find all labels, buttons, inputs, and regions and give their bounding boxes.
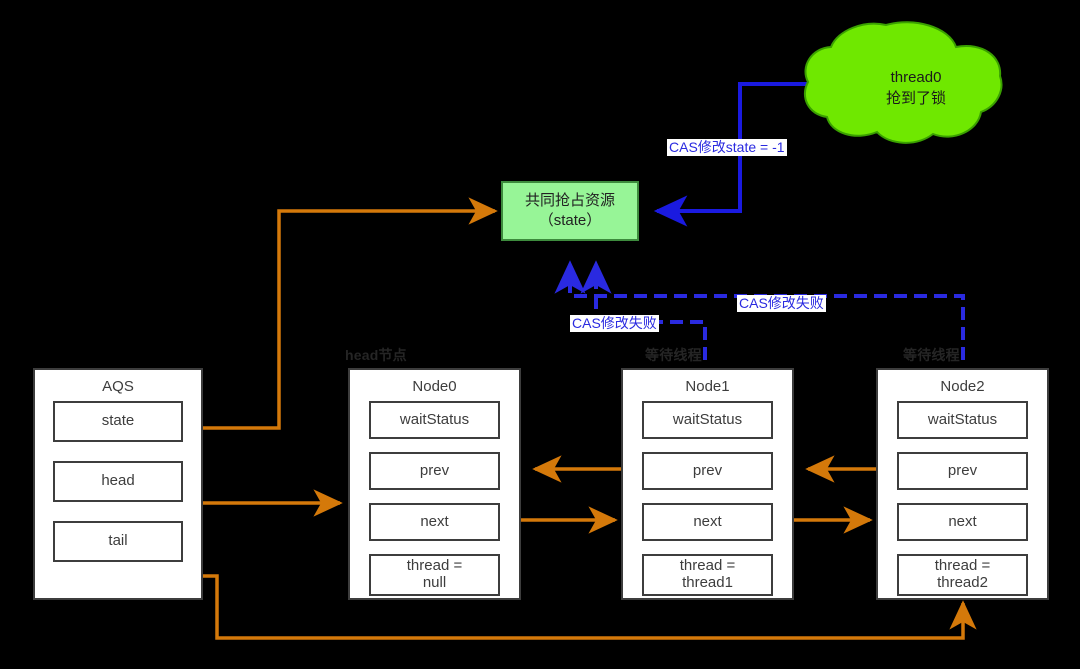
node1-field-waitstatus[interactable]: waitStatus [642, 401, 773, 439]
cloud-label: thread0 抢到了锁 [827, 20, 1005, 148]
resource-line-2: （state） [538, 212, 602, 229]
caption-waiting-thread-1: 等待线程 [645, 347, 702, 363]
resource-line-1: 共同抢占资源 [524, 191, 615, 209]
node0-field-waitstatus[interactable]: waitStatus [369, 401, 500, 439]
node2-title: Node2 [940, 378, 985, 395]
aqs-title: AQS [102, 378, 134, 395]
label-cas-success: CAS修改state = -1 [667, 139, 787, 156]
node0-title: Node0 [412, 378, 457, 395]
node-card-node1: Node1 waitStatus prev next thread = thre… [621, 368, 794, 600]
node0-field-next[interactable]: next [369, 503, 500, 541]
node2-field-thread[interactable]: thread = thread2 [897, 554, 1028, 596]
caption-head-node: head节点 [345, 347, 407, 363]
node2-field-waitstatus[interactable]: waitStatus [897, 401, 1028, 439]
node2-field-next[interactable]: next [897, 503, 1028, 541]
aqs-field-state[interactable]: state [53, 401, 183, 442]
caption-waiting-thread-2: 等待线程 [903, 347, 960, 363]
label-cas-fail-left: CAS修改失败 [570, 315, 659, 332]
node0-field-thread[interactable]: thread = null [369, 554, 500, 596]
label-cas-fail-right: CAS修改失败 [737, 295, 826, 312]
cloud-line-2: 抢到了锁 [885, 90, 946, 107]
shared-resource-box[interactable]: 共同抢占资源 （state） [501, 181, 639, 241]
diagram-canvas: thread0 抢到了锁 共同抢占资源 （state） CAS修改state =… [0, 0, 1080, 669]
node1-field-prev[interactable]: prev [642, 452, 773, 490]
node1-title: Node1 [685, 378, 730, 395]
aqs-field-head[interactable]: head [53, 461, 183, 502]
node1-field-thread[interactable]: thread = thread1 [642, 554, 773, 596]
aqs-field-tail[interactable]: tail [53, 521, 183, 562]
edge-tail-to-node2 [186, 574, 977, 640]
node-card-node0: Node0 waitStatus prev next thread = null [348, 368, 521, 600]
cloud-line-1: thread0 [890, 69, 942, 86]
node2-field-prev[interactable]: prev [897, 452, 1028, 490]
aqs-card: AQS state head tail [33, 368, 203, 600]
node0-field-prev[interactable]: prev [369, 452, 500, 490]
node1-field-next[interactable]: next [642, 503, 773, 541]
node-card-node2: Node2 waitStatus prev next thread = thre… [876, 368, 1049, 600]
